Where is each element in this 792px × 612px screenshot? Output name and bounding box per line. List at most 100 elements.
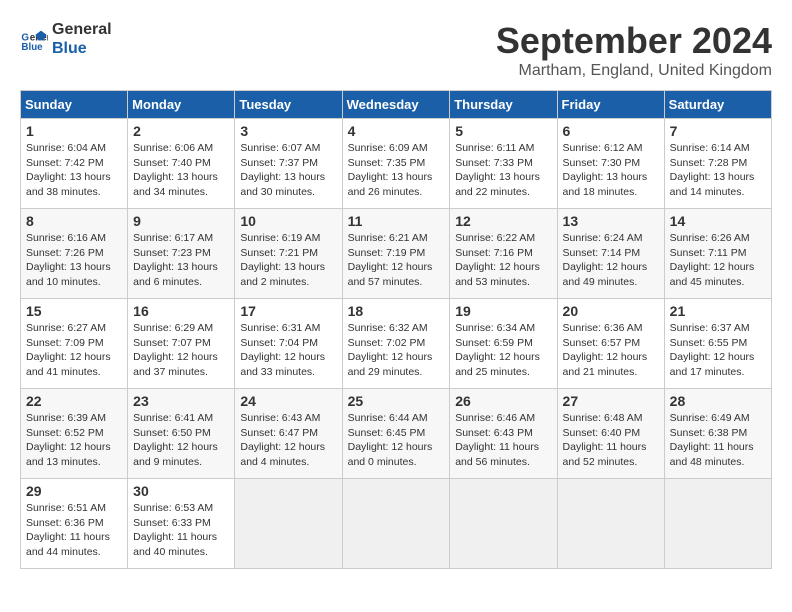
day-number: 24 [240,393,336,409]
day-info: Sunrise: 6:21 AM Sunset: 7:19 PM Dayligh… [348,231,445,290]
logo-line2: Blue [52,39,112,58]
day-number: 13 [563,213,659,229]
calendar-cell [664,479,771,569]
calendar-cell: 26 Sunrise: 6:46 AM Sunset: 6:43 PM Dayl… [450,389,557,479]
day-number: 7 [670,123,766,139]
page-header: G eneral Blue General Blue September 202… [20,20,772,80]
day-number: 27 [563,393,659,409]
calendar-cell: 11 Sunrise: 6:21 AM Sunset: 7:19 PM Dayl… [342,209,450,299]
day-info: Sunrise: 6:32 AM Sunset: 7:02 PM Dayligh… [348,321,445,380]
day-number: 16 [133,303,229,319]
location: Martham, England, United Kingdom [496,62,772,80]
day-info: Sunrise: 6:26 AM Sunset: 7:11 PM Dayligh… [670,231,766,290]
calendar-cell: 10 Sunrise: 6:19 AM Sunset: 7:21 PM Dayl… [235,209,342,299]
calendar-week-4: 22 Sunrise: 6:39 AM Sunset: 6:52 PM Dayl… [21,389,772,479]
day-info: Sunrise: 6:09 AM Sunset: 7:35 PM Dayligh… [348,141,445,200]
day-info: Sunrise: 6:46 AM Sunset: 6:43 PM Dayligh… [455,411,551,470]
calendar-cell: 21 Sunrise: 6:37 AM Sunset: 6:55 PM Dayl… [664,299,771,389]
day-info: Sunrise: 6:24 AM Sunset: 7:14 PM Dayligh… [563,231,659,290]
calendar-cell: 30 Sunrise: 6:53 AM Sunset: 6:33 PM Dayl… [128,479,235,569]
day-info: Sunrise: 6:14 AM Sunset: 7:28 PM Dayligh… [670,141,766,200]
calendar-cell: 17 Sunrise: 6:31 AM Sunset: 7:04 PM Dayl… [235,299,342,389]
day-info: Sunrise: 6:17 AM Sunset: 7:23 PM Dayligh… [133,231,229,290]
header-monday: Monday [128,91,235,119]
header-wednesday: Wednesday [342,91,450,119]
day-info: Sunrise: 6:53 AM Sunset: 6:33 PM Dayligh… [133,501,229,560]
calendar-cell: 2 Sunrise: 6:06 AM Sunset: 7:40 PM Dayli… [128,119,235,209]
calendar-cell: 29 Sunrise: 6:51 AM Sunset: 6:36 PM Dayl… [21,479,128,569]
day-number: 25 [348,393,445,409]
day-info: Sunrise: 6:12 AM Sunset: 7:30 PM Dayligh… [563,141,659,200]
day-info: Sunrise: 6:37 AM Sunset: 6:55 PM Dayligh… [670,321,766,380]
day-number: 2 [133,123,229,139]
day-number: 18 [348,303,445,319]
calendar-week-2: 8 Sunrise: 6:16 AM Sunset: 7:26 PM Dayli… [21,209,772,299]
calendar-cell: 1 Sunrise: 6:04 AM Sunset: 7:42 PM Dayli… [21,119,128,209]
day-number: 20 [563,303,659,319]
calendar-cell: 7 Sunrise: 6:14 AM Sunset: 7:28 PM Dayli… [664,119,771,209]
month-title: September 2024 [496,20,772,62]
header-sunday: Sunday [21,91,128,119]
calendar-cell: 14 Sunrise: 6:26 AM Sunset: 7:11 PM Dayl… [664,209,771,299]
day-info: Sunrise: 6:49 AM Sunset: 6:38 PM Dayligh… [670,411,766,470]
day-info: Sunrise: 6:22 AM Sunset: 7:16 PM Dayligh… [455,231,551,290]
calendar-week-3: 15 Sunrise: 6:27 AM Sunset: 7:09 PM Dayl… [21,299,772,389]
day-number: 3 [240,123,336,139]
calendar-cell: 9 Sunrise: 6:17 AM Sunset: 7:23 PM Dayli… [128,209,235,299]
calendar-cell [557,479,664,569]
calendar-cell: 12 Sunrise: 6:22 AM Sunset: 7:16 PM Dayl… [450,209,557,299]
calendar-cell: 16 Sunrise: 6:29 AM Sunset: 7:07 PM Dayl… [128,299,235,389]
day-number: 10 [240,213,336,229]
header-row: SundayMondayTuesdayWednesdayThursdayFrid… [21,91,772,119]
calendar-table: SundayMondayTuesdayWednesdayThursdayFrid… [20,90,772,569]
day-info: Sunrise: 6:29 AM Sunset: 7:07 PM Dayligh… [133,321,229,380]
day-number: 19 [455,303,551,319]
day-number: 29 [26,483,122,499]
calendar-cell [342,479,450,569]
day-number: 1 [26,123,122,139]
calendar-cell: 28 Sunrise: 6:49 AM Sunset: 6:38 PM Dayl… [664,389,771,479]
calendar-cell: 13 Sunrise: 6:24 AM Sunset: 7:14 PM Dayl… [557,209,664,299]
calendar-cell: 15 Sunrise: 6:27 AM Sunset: 7:09 PM Dayl… [21,299,128,389]
day-number: 12 [455,213,551,229]
day-info: Sunrise: 6:48 AM Sunset: 6:40 PM Dayligh… [563,411,659,470]
day-info: Sunrise: 6:39 AM Sunset: 6:52 PM Dayligh… [26,411,122,470]
day-info: Sunrise: 6:04 AM Sunset: 7:42 PM Dayligh… [26,141,122,200]
day-number: 8 [26,213,122,229]
day-number: 23 [133,393,229,409]
day-info: Sunrise: 6:16 AM Sunset: 7:26 PM Dayligh… [26,231,122,290]
calendar-cell: 20 Sunrise: 6:36 AM Sunset: 6:57 PM Dayl… [557,299,664,389]
calendar-week-5: 29 Sunrise: 6:51 AM Sunset: 6:36 PM Dayl… [21,479,772,569]
day-number: 11 [348,213,445,229]
day-info: Sunrise: 6:06 AM Sunset: 7:40 PM Dayligh… [133,141,229,200]
calendar-cell: 25 Sunrise: 6:44 AM Sunset: 6:45 PM Dayl… [342,389,450,479]
day-number: 9 [133,213,229,229]
calendar-cell: 27 Sunrise: 6:48 AM Sunset: 6:40 PM Dayl… [557,389,664,479]
day-number: 26 [455,393,551,409]
day-number: 22 [26,393,122,409]
header-tuesday: Tuesday [235,91,342,119]
day-number: 14 [670,213,766,229]
day-number: 5 [455,123,551,139]
day-info: Sunrise: 6:27 AM Sunset: 7:09 PM Dayligh… [26,321,122,380]
day-info: Sunrise: 6:07 AM Sunset: 7:37 PM Dayligh… [240,141,336,200]
day-info: Sunrise: 6:34 AM Sunset: 6:59 PM Dayligh… [455,321,551,380]
day-number: 21 [670,303,766,319]
svg-text:Blue: Blue [21,42,43,53]
logo-icon: G eneral Blue [20,25,48,53]
day-info: Sunrise: 6:31 AM Sunset: 7:04 PM Dayligh… [240,321,336,380]
calendar-cell: 3 Sunrise: 6:07 AM Sunset: 7:37 PM Dayli… [235,119,342,209]
day-info: Sunrise: 6:43 AM Sunset: 6:47 PM Dayligh… [240,411,336,470]
calendar-week-1: 1 Sunrise: 6:04 AM Sunset: 7:42 PM Dayli… [21,119,772,209]
calendar-cell: 5 Sunrise: 6:11 AM Sunset: 7:33 PM Dayli… [450,119,557,209]
logo: G eneral Blue General Blue [20,20,112,58]
day-number: 6 [563,123,659,139]
day-number: 17 [240,303,336,319]
day-info: Sunrise: 6:19 AM Sunset: 7:21 PM Dayligh… [240,231,336,290]
calendar-cell [450,479,557,569]
calendar-cell [235,479,342,569]
calendar-cell: 4 Sunrise: 6:09 AM Sunset: 7:35 PM Dayli… [342,119,450,209]
calendar-cell: 8 Sunrise: 6:16 AM Sunset: 7:26 PM Dayli… [21,209,128,299]
day-info: Sunrise: 6:11 AM Sunset: 7:33 PM Dayligh… [455,141,551,200]
day-number: 28 [670,393,766,409]
